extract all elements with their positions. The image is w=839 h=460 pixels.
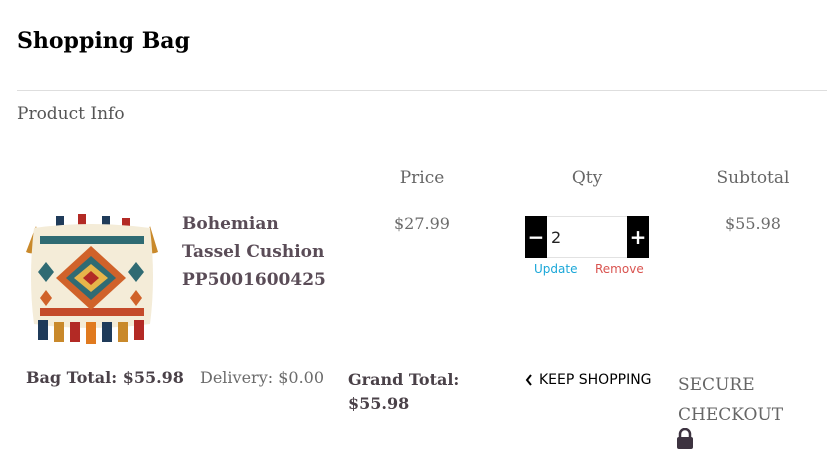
- increase-qty-button[interactable]: +: [627, 216, 649, 258]
- secure-checkout-button[interactable]: SECURE CHECKOUT: [678, 370, 808, 430]
- divider: [17, 90, 827, 91]
- item-subtotal: $55.98: [725, 214, 781, 233]
- page-title: Shopping Bag: [17, 28, 190, 54]
- quantity-input[interactable]: [547, 216, 627, 258]
- chevron-left-icon: [525, 374, 532, 386]
- remove-link[interactable]: Remove: [595, 262, 644, 276]
- header-price: Price: [399, 168, 445, 188]
- bag-total: Bag Total: $55.98: [26, 368, 184, 387]
- product-image: [26, 214, 158, 344]
- section-label: Product Info: [17, 104, 125, 124]
- keep-shopping-button[interactable]: KEEP SHOPPING: [525, 372, 652, 388]
- decrease-qty-button[interactable]: −: [525, 216, 547, 258]
- header-subtotal: Subtotal: [716, 168, 790, 188]
- product-name[interactable]: Bohemian Tassel Cushion PP5001600425: [182, 210, 332, 294]
- lock-icon[interactable]: [676, 428, 694, 450]
- delivery-cost: Delivery: $0.00: [200, 368, 325, 387]
- item-price: $27.99: [394, 214, 450, 233]
- grand-total: Grand Total: $55.98: [348, 370, 460, 413]
- header-qty: Qty: [571, 168, 603, 188]
- update-link[interactable]: Update: [534, 262, 577, 276]
- keep-shopping-label: KEEP SHOPPING: [539, 372, 652, 388]
- quantity-stepper: − +: [525, 216, 649, 258]
